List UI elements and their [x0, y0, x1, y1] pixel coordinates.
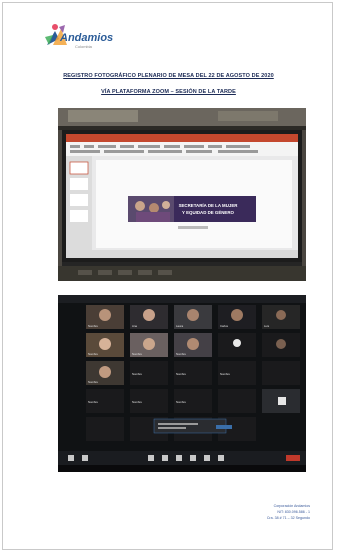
photo-zoom-image: Nombre Ana Laura Carlos Luis Nombre Nomb… — [58, 295, 306, 472]
banner-text-2: Y EQUIDAD DE GÉNERO — [182, 210, 234, 215]
participant-name: Carlos — [220, 324, 229, 328]
logo-text: Andamios — [60, 32, 114, 44]
participant-name: Nombre — [176, 352, 186, 356]
participant-name: Nombre — [176, 372, 186, 376]
banner-text-1: SECRETARÍA DE LA MUJER — [179, 203, 239, 208]
participant-name: Nombre — [132, 372, 142, 376]
participant-name: Nombre — [132, 400, 142, 404]
footer-address: Cra. 38 # 71 – 32 Segundo — [266, 516, 310, 520]
participant-name: Nombre — [88, 400, 98, 404]
participant-name: Nombre — [220, 372, 230, 376]
footer-nit: NIT: 830.096.586 - 1 — [277, 510, 310, 514]
document-title: REGISTRO FOTOGRÁFICO PLENARIO DE MESA DE… — [63, 73, 274, 79]
footer-org-name: Corporación Andamios — [273, 504, 310, 508]
participant-name: Ana — [132, 324, 137, 328]
participant-name: Nombre — [176, 400, 186, 404]
participant-name: Nombre — [88, 380, 98, 384]
participant-name: Nombre — [88, 352, 98, 356]
participant-name: Luis — [264, 324, 270, 328]
logo-subtext: Colombia — [75, 44, 92, 49]
participant-name: Nombre — [132, 352, 142, 356]
photo-monitor-presentation: SECRETARÍA DE LA MUJER Y EQUIDAD DE GÉNE… — [58, 108, 306, 281]
participant-name: Laura — [176, 324, 184, 328]
participant-name: Nombre — [88, 324, 98, 328]
document-subtitle: VÍA PLATAFORMA ZOOM – SESIÓN DE LA TARDE — [101, 89, 236, 95]
photo-monitor-image: SECRETARÍA DE LA MUJER Y EQUIDAD DE GÉNE… — [58, 108, 306, 281]
andamios-logo: Andamios Colombia — [43, 21, 123, 53]
document-page: Andamios Colombia REGISTRO FOTOGRÁFICO P… — [2, 2, 333, 550]
photo-zoom-gallery: Nombre Ana Laura Carlos Luis Nombre Nomb… — [58, 295, 306, 472]
